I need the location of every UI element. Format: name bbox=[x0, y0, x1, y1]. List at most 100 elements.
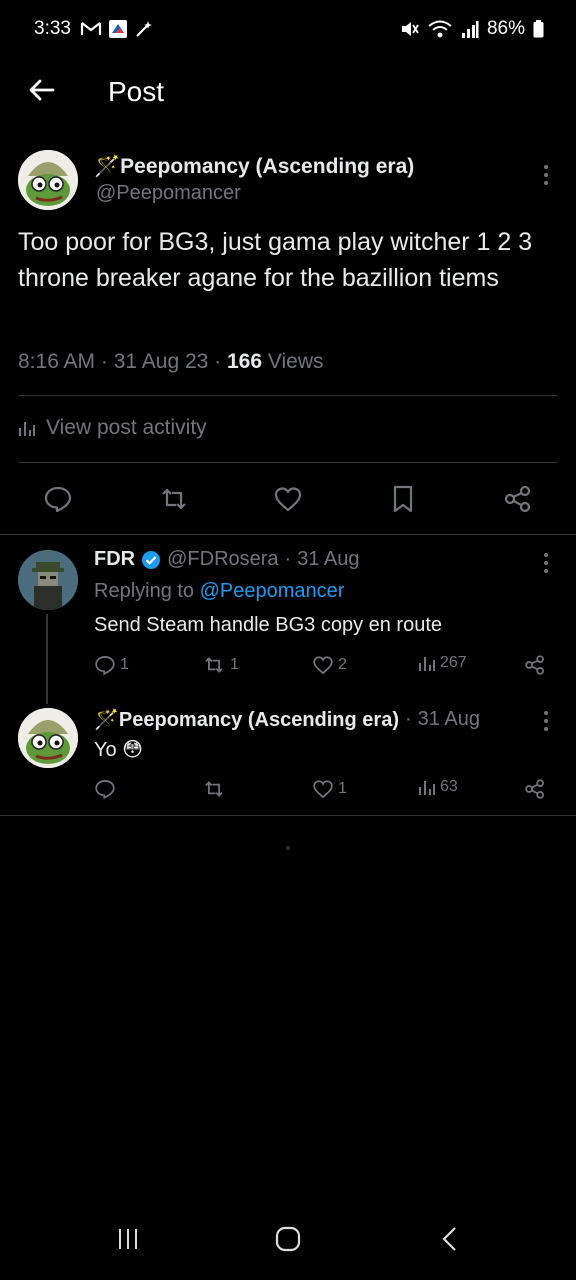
replying-to-line: Replying to @Peepomancer bbox=[94, 580, 344, 603]
reply-like-count: 1 bbox=[338, 780, 347, 797]
reply-repost-button[interactable]: 1 bbox=[202, 654, 239, 676]
share-icon bbox=[504, 485, 531, 513]
repost-icon bbox=[205, 657, 223, 673]
chevron-left-icon bbox=[442, 1227, 456, 1251]
analytics-icon bbox=[19, 422, 35, 436]
reply-action-bar: 1 1 2 267 bbox=[0, 654, 576, 678]
loading-indicator bbox=[286, 846, 290, 850]
share-button[interactable] bbox=[503, 484, 533, 514]
reply-reply-button[interactable] bbox=[94, 778, 120, 800]
reply-reply-count: 1 bbox=[120, 656, 129, 673]
repost-icon bbox=[162, 488, 186, 510]
reply-repost-count: 1 bbox=[230, 656, 239, 673]
reply-share-button[interactable] bbox=[524, 654, 546, 676]
verified-badge-icon bbox=[142, 550, 161, 569]
author-handle[interactable]: @Peepomancer bbox=[96, 182, 241, 205]
repost-button[interactable] bbox=[158, 484, 188, 514]
reply-avatar[interactable] bbox=[18, 708, 78, 768]
divider bbox=[0, 534, 576, 535]
replying-to-handle-link[interactable]: @Peepomancer bbox=[200, 580, 345, 602]
battery-icon bbox=[533, 20, 544, 38]
reply-avatar[interactable] bbox=[18, 550, 78, 610]
battery-percent: 86% bbox=[486, 18, 525, 39]
post-date: 31 Aug 23 bbox=[113, 350, 209, 373]
divider bbox=[0, 815, 576, 816]
post-action-bar bbox=[0, 480, 576, 520]
analytics-icon bbox=[419, 657, 435, 671]
reply-views-button[interactable]: 63 bbox=[418, 778, 458, 796]
share-icon bbox=[525, 655, 544, 675]
heart-icon bbox=[274, 487, 302, 512]
post-meta: 8:16 AM · 31 Aug 23 · 166 Views bbox=[18, 350, 324, 373]
status-time: 3:33 bbox=[34, 18, 71, 39]
more-vertical-icon bbox=[544, 711, 548, 731]
heart-icon bbox=[313, 656, 333, 675]
like-button[interactable] bbox=[273, 484, 303, 514]
reply-action-bar: 1 63 bbox=[0, 778, 576, 802]
divider bbox=[18, 395, 558, 396]
reply-views-count: 267 bbox=[440, 654, 467, 671]
reply-views-button[interactable]: 267 bbox=[418, 654, 467, 672]
divider bbox=[18, 462, 558, 463]
status-right: 86% bbox=[399, 18, 544, 40]
reply-text: Send Steam handle BG3 copy en route bbox=[94, 614, 443, 636]
pepe-avatar-image bbox=[18, 708, 78, 768]
reply-more-button[interactable] bbox=[536, 550, 556, 576]
share-icon bbox=[525, 779, 544, 799]
status-notification-icons bbox=[80, 19, 154, 39]
view-post-activity-link[interactable]: View post activity bbox=[18, 416, 207, 440]
recent-apps-button[interactable] bbox=[116, 1226, 140, 1252]
reply-header: FDR @FDRosera · 31 Aug bbox=[94, 548, 360, 571]
view-post-activity-label: View post activity bbox=[46, 416, 207, 439]
pepe-avatar-image bbox=[18, 150, 78, 210]
reply-more-button[interactable] bbox=[536, 708, 556, 734]
back-nav-button[interactable] bbox=[440, 1226, 460, 1252]
back-button[interactable] bbox=[26, 74, 58, 106]
reply-text: Yo 😳 bbox=[94, 739, 144, 761]
replying-to-label: Replying to bbox=[94, 580, 195, 602]
home-button[interactable] bbox=[275, 1226, 301, 1252]
comment-icon bbox=[95, 780, 115, 800]
reply-reply-button[interactable]: 1 bbox=[94, 654, 129, 676]
comment-icon bbox=[95, 656, 115, 676]
reply-like-count: 2 bbox=[338, 656, 347, 673]
recent-apps-icon bbox=[119, 1229, 137, 1249]
reply-like-button[interactable]: 2 bbox=[312, 654, 347, 676]
post-time: 8:16 AM bbox=[18, 350, 96, 373]
home-icon bbox=[275, 1226, 301, 1252]
bookmark-icon bbox=[393, 485, 413, 513]
reply-button[interactable] bbox=[43, 484, 73, 514]
reply-date: 31 Aug bbox=[417, 708, 480, 730]
author-name[interactable]: 🪄Peepomancy (Ascending era) bbox=[94, 155, 414, 179]
app-notification-icon bbox=[109, 20, 127, 38]
more-vertical-icon bbox=[544, 553, 548, 573]
mute-icon bbox=[401, 22, 419, 36]
gmail-icon bbox=[80, 22, 102, 35]
arrow-left-icon bbox=[29, 79, 55, 101]
bookmark-button[interactable] bbox=[389, 484, 419, 514]
comment-icon bbox=[44, 486, 72, 513]
page-title: Post bbox=[108, 76, 165, 107]
reply-views-count: 63 bbox=[440, 778, 458, 795]
reply-author-name[interactable]: 🪄Peepomancy (Ascending era) bbox=[94, 707, 399, 732]
analytics-icon bbox=[419, 781, 435, 795]
post-views-label: Views bbox=[267, 350, 324, 373]
signal-icon bbox=[461, 21, 479, 38]
reply-date: 31 Aug bbox=[297, 548, 360, 570]
magic-wand-icon bbox=[136, 21, 152, 37]
repost-icon bbox=[205, 781, 223, 797]
more-vertical-icon bbox=[544, 165, 548, 185]
reply-like-button[interactable]: 1 bbox=[312, 778, 347, 800]
post-more-button[interactable] bbox=[536, 162, 556, 188]
reply-share-button[interactable] bbox=[524, 778, 546, 800]
reply-repost-button[interactable] bbox=[202, 778, 230, 800]
heart-icon bbox=[313, 780, 333, 799]
author-avatar[interactable] bbox=[18, 150, 78, 210]
post-views-count: 166 bbox=[227, 350, 263, 373]
reply-author-name[interactable]: FDR bbox=[94, 548, 135, 571]
reply-author-handle[interactable]: @FDRosera bbox=[167, 548, 278, 571]
pixel-avatar-image bbox=[18, 550, 78, 610]
wifi-icon bbox=[428, 20, 452, 38]
reply-header: 🪄Peepomancy (Ascending era) · 31 Aug bbox=[94, 707, 480, 732]
post-text: Too poor for BG3, just gama play witcher… bbox=[18, 228, 533, 292]
